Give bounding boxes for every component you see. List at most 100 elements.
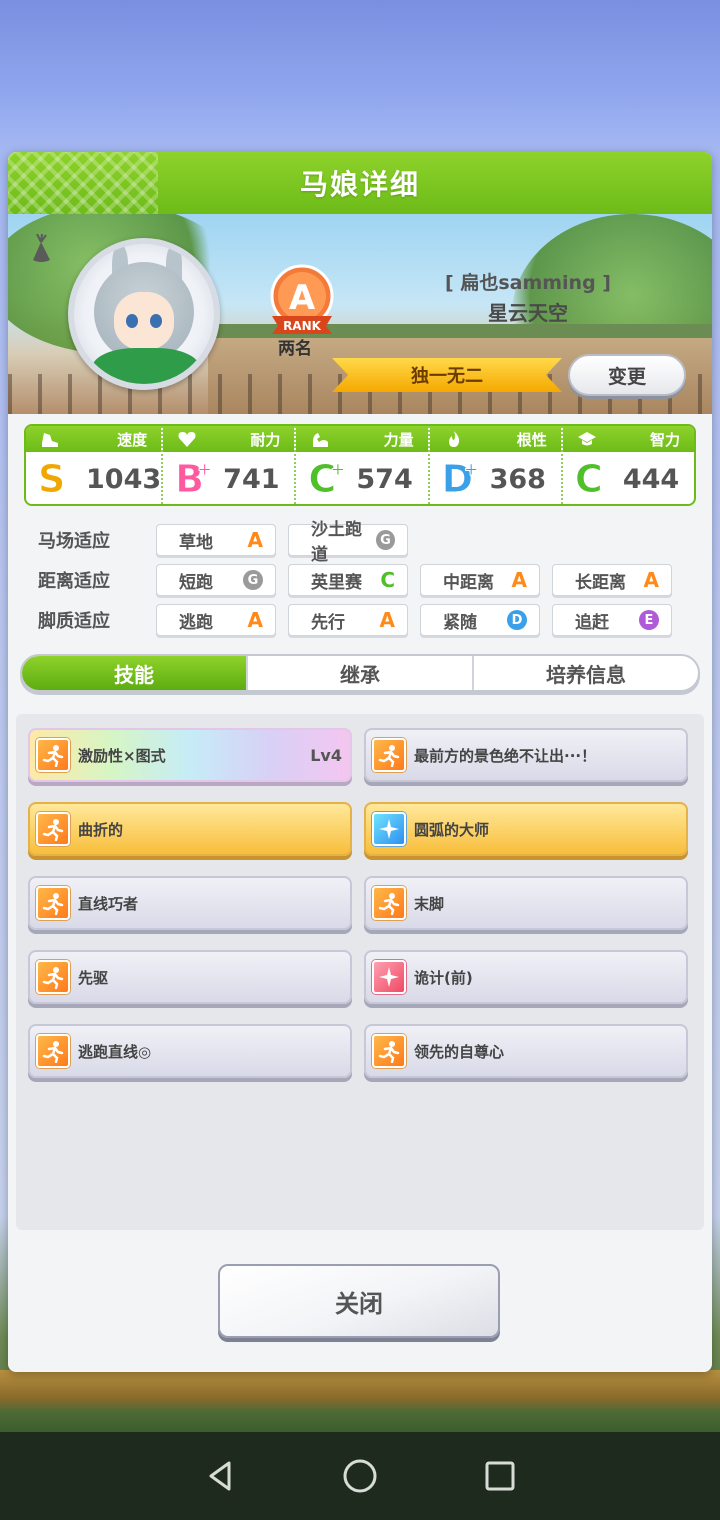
panel-title: 马娘详细 [299, 168, 420, 201]
aptitude-row-0: 马场适应 草地 A 沙土跑道 G [38, 520, 420, 565]
portrait-body [92, 348, 200, 384]
close-button[interactable]: 关闭 [218, 1264, 500, 1338]
stat-value: 574 [356, 463, 413, 495]
skill-item[interactable]: 最前方的景色绝不让出···！ [364, 728, 688, 782]
rank-label: RANK [283, 319, 322, 333]
stat-header: 速度 [26, 426, 162, 452]
tab-1[interactable]: 继承 [248, 656, 474, 690]
stat-body: C 444 [563, 452, 694, 504]
aptitude-grade: A [247, 608, 263, 632]
aptitude-name: 逃跑 [179, 612, 213, 633]
stat-grade: B + [175, 457, 213, 502]
stat-grade: C [574, 457, 603, 502]
skill-item[interactable]: 激励性×图式 Lv4 [28, 728, 352, 782]
aptitude-cell: 草地 A [156, 524, 276, 556]
aptitude-cell: 短跑 G [156, 564, 276, 596]
stats-bar: 速度 S 1043 耐力 B + 741 力量 C + 574 根性 D + 368 智力 C 444 [24, 424, 696, 506]
aptitude-name: 英里赛 [311, 572, 362, 593]
skill-item[interactable]: 先驱 [28, 950, 352, 1004]
character-name-block: [ 扁也samming ] 星云天空 [428, 268, 628, 326]
aptitude-grade: A [511, 568, 527, 592]
skill-item[interactable]: 直线巧者 [28, 876, 352, 930]
graduation-cap-icon [577, 432, 596, 446]
back-icon[interactable] [195, 1451, 245, 1501]
aptitude-name: 紧随 [443, 612, 477, 633]
system-navigation-bar [0, 1432, 720, 1520]
stat-body: B + 741 [163, 452, 294, 504]
stat-grade: C + [308, 457, 346, 502]
skill-item[interactable]: 曲折的 [28, 802, 352, 856]
skill-item[interactable]: 领先的自尊心 [364, 1024, 688, 1078]
aptitude-name: 中距离 [443, 572, 494, 593]
stat-label: 耐力 [250, 430, 281, 449]
runner-icon [36, 886, 70, 920]
skill-item[interactable]: 逃跑直线◎ [28, 1024, 352, 1078]
runner-icon [372, 886, 406, 920]
stat-label: 根性 [516, 430, 547, 449]
skill-item[interactable]: 诡计(前) [364, 950, 688, 1004]
recents-icon[interactable] [475, 1451, 525, 1501]
aptitude-cell: 追赶 E [552, 604, 672, 636]
aptitude-name: 短跑 [179, 572, 213, 593]
aptitude-cell: 中距离 A [420, 564, 540, 596]
stat-value: 741 [223, 463, 280, 495]
character-title: [ 扁也samming ] [445, 272, 611, 294]
tab-2[interactable]: 培养信息 [474, 656, 698, 690]
unique-ribbon: 独一无二 [332, 358, 562, 392]
shoe-icon [42, 433, 58, 447]
aptitude-cell: 先行 A [288, 604, 408, 636]
runner-icon [36, 812, 70, 846]
change-button[interactable]: 变更 [568, 354, 686, 396]
skill-level: Lv4 [310, 745, 342, 765]
skill-name: 直线巧者 [78, 894, 139, 913]
aptitude-grade: E [639, 610, 659, 630]
stat-0: 速度 S 1043 [26, 426, 164, 504]
flame-icon [448, 431, 459, 447]
skill-name: 逃跑直线◎ [78, 1042, 152, 1061]
stat-grade: S [38, 457, 66, 502]
aptitude-grade: C [380, 568, 395, 592]
aptitude-name: 追赶 [575, 612, 609, 633]
aptitude-grade: A [643, 568, 659, 592]
skill-name: 圆弧的大师 [414, 820, 490, 839]
sparkle-icon [372, 812, 406, 846]
stat-value: 444 [622, 463, 680, 495]
aptitude-label: 马场适应 [38, 531, 110, 552]
aptitude-grade: G [375, 530, 395, 550]
runner-icon [372, 738, 406, 772]
stat-4: 智力 C 444 [562, 426, 694, 504]
character-portrait[interactable] [68, 238, 220, 390]
aptitude-grade: G [243, 570, 263, 590]
portrait-eye-left [126, 314, 138, 328]
panel-header: 马娘详细 [8, 152, 712, 214]
home-icon[interactable] [335, 1451, 385, 1501]
aptitude-cell: 紧随 D [420, 604, 540, 636]
aptitude-cell: 英里赛 C [288, 564, 408, 596]
stat-body: S 1043 [26, 452, 162, 504]
aptitude-name: 先行 [311, 612, 345, 633]
runner-icon [36, 738, 70, 772]
skill-item[interactable]: 末脚 [364, 876, 688, 930]
stat-header: 力量 [296, 426, 428, 452]
stat-body: C + 574 [296, 452, 427, 504]
rank-position: 两名 [278, 339, 312, 359]
stat-grade-plus: + [330, 459, 346, 481]
muscle-icon [313, 433, 329, 447]
skill-name: 先驱 [78, 968, 109, 987]
runner-icon [36, 1034, 70, 1068]
tab-0[interactable]: 技能 [22, 656, 248, 690]
stat-grade: D + [441, 457, 479, 502]
stat-header: 根性 [429, 426, 561, 452]
stat-value: 368 [489, 463, 546, 495]
rank-letter: A [289, 278, 316, 318]
aptitude-grade: A [247, 528, 263, 552]
stat-value: 1043 [86, 463, 162, 495]
skill-name: 领先的自尊心 [414, 1042, 505, 1061]
skill-item[interactable]: 圆弧的大师 [364, 802, 688, 856]
skill-name: 激励性×图式 [78, 746, 166, 765]
aptitude-row-1: 距离适应 短跑 G 英里赛 C 中距离 A 长距离 A [38, 564, 684, 596]
aptitude-name: 沙土跑道 [311, 520, 362, 565]
stat-3: 根性 D + 368 [429, 426, 563, 504]
aptitude-cell: 沙土跑道 G [288, 520, 408, 565]
skill-name: 诡计(前) [414, 968, 473, 987]
